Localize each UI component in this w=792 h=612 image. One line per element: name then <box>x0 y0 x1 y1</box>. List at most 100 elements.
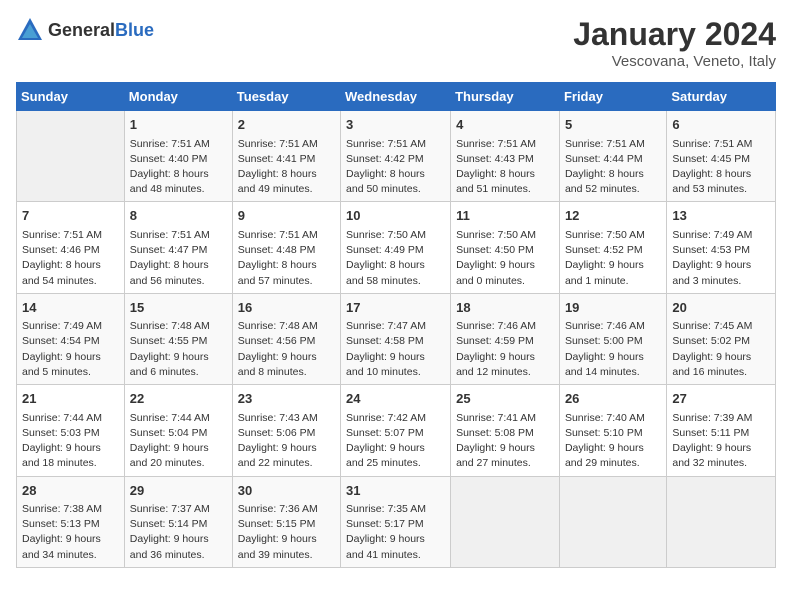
calendar-cell: 20Sunrise: 7:45 AM Sunset: 5:02 PM Dayli… <box>667 293 776 384</box>
logo-general: General <box>48 20 115 40</box>
day-info: Sunrise: 7:51 AM Sunset: 4:47 PM Dayligh… <box>130 228 227 289</box>
day-number: 24 <box>346 389 445 409</box>
calendar-cell: 3Sunrise: 7:51 AM Sunset: 4:42 PM Daylig… <box>341 111 451 202</box>
day-info: Sunrise: 7:48 AM Sunset: 4:56 PM Dayligh… <box>238 319 335 380</box>
calendar-cell: 29Sunrise: 7:37 AM Sunset: 5:14 PM Dayli… <box>124 476 232 567</box>
day-info: Sunrise: 7:39 AM Sunset: 5:11 PM Dayligh… <box>672 411 770 472</box>
week-row-2: 7Sunrise: 7:51 AM Sunset: 4:46 PM Daylig… <box>17 202 776 293</box>
day-number: 9 <box>238 206 335 226</box>
day-info: Sunrise: 7:51 AM Sunset: 4:45 PM Dayligh… <box>672 137 770 198</box>
day-number: 19 <box>565 298 661 318</box>
calendar-cell: 17Sunrise: 7:47 AM Sunset: 4:58 PM Dayli… <box>341 293 451 384</box>
day-number: 16 <box>238 298 335 318</box>
day-info: Sunrise: 7:51 AM Sunset: 4:44 PM Dayligh… <box>565 137 661 198</box>
calendar-cell: 9Sunrise: 7:51 AM Sunset: 4:48 PM Daylig… <box>232 202 340 293</box>
calendar-cell: 5Sunrise: 7:51 AM Sunset: 4:44 PM Daylig… <box>559 111 666 202</box>
day-number: 22 <box>130 389 227 409</box>
day-number: 18 <box>456 298 554 318</box>
day-info: Sunrise: 7:50 AM Sunset: 4:49 PM Dayligh… <box>346 228 445 289</box>
calendar-cell: 4Sunrise: 7:51 AM Sunset: 4:43 PM Daylig… <box>451 111 560 202</box>
calendar-cell: 16Sunrise: 7:48 AM Sunset: 4:56 PM Dayli… <box>232 293 340 384</box>
calendar-cell: 2Sunrise: 7:51 AM Sunset: 4:41 PM Daylig… <box>232 111 340 202</box>
calendar-cell: 14Sunrise: 7:49 AM Sunset: 4:54 PM Dayli… <box>17 293 125 384</box>
week-row-1: 1Sunrise: 7:51 AM Sunset: 4:40 PM Daylig… <box>17 111 776 202</box>
day-info: Sunrise: 7:45 AM Sunset: 5:02 PM Dayligh… <box>672 319 770 380</box>
day-info: Sunrise: 7:43 AM Sunset: 5:06 PM Dayligh… <box>238 411 335 472</box>
day-number: 3 <box>346 115 445 135</box>
header-friday: Friday <box>559 83 666 111</box>
calendar-cell <box>451 476 560 567</box>
day-number: 12 <box>565 206 661 226</box>
day-info: Sunrise: 7:51 AM Sunset: 4:46 PM Dayligh… <box>22 228 119 289</box>
calendar-cell: 13Sunrise: 7:49 AM Sunset: 4:53 PM Dayli… <box>667 202 776 293</box>
calendar-header: SundayMondayTuesdayWednesdayThursdayFrid… <box>17 83 776 111</box>
calendar-cell: 25Sunrise: 7:41 AM Sunset: 5:08 PM Dayli… <box>451 385 560 476</box>
day-info: Sunrise: 7:37 AM Sunset: 5:14 PM Dayligh… <box>130 502 227 563</box>
calendar-cell: 1Sunrise: 7:51 AM Sunset: 4:40 PM Daylig… <box>124 111 232 202</box>
day-info: Sunrise: 7:50 AM Sunset: 4:50 PM Dayligh… <box>456 228 554 289</box>
calendar-cell: 26Sunrise: 7:40 AM Sunset: 5:10 PM Dayli… <box>559 385 666 476</box>
day-number: 10 <box>346 206 445 226</box>
day-info: Sunrise: 7:49 AM Sunset: 4:54 PM Dayligh… <box>22 319 119 380</box>
day-number: 20 <box>672 298 770 318</box>
day-number: 15 <box>130 298 227 318</box>
header-thursday: Thursday <box>451 83 560 111</box>
calendar-cell <box>667 476 776 567</box>
day-number: 14 <box>22 298 119 318</box>
calendar-cell: 11Sunrise: 7:50 AM Sunset: 4:50 PM Dayli… <box>451 202 560 293</box>
calendar-cell: 6Sunrise: 7:51 AM Sunset: 4:45 PM Daylig… <box>667 111 776 202</box>
header-row: SundayMondayTuesdayWednesdayThursdayFrid… <box>17 83 776 111</box>
day-number: 8 <box>130 206 227 226</box>
day-info: Sunrise: 7:46 AM Sunset: 4:59 PM Dayligh… <box>456 319 554 380</box>
day-info: Sunrise: 7:42 AM Sunset: 5:07 PM Dayligh… <box>346 411 445 472</box>
title-block: January 2024 Vescovana, Veneto, Italy <box>573 16 776 70</box>
logo-icon <box>16 16 44 44</box>
calendar-cell: 28Sunrise: 7:38 AM Sunset: 5:13 PM Dayli… <box>17 476 125 567</box>
day-number: 23 <box>238 389 335 409</box>
calendar-cell <box>17 111 125 202</box>
calendar-subtitle: Vescovana, Veneto, Italy <box>573 53 776 70</box>
day-info: Sunrise: 7:46 AM Sunset: 5:00 PM Dayligh… <box>565 319 661 380</box>
logo: GeneralBlue <box>16 16 154 44</box>
header-monday: Monday <box>124 83 232 111</box>
calendar-cell: 31Sunrise: 7:35 AM Sunset: 5:17 PM Dayli… <box>341 476 451 567</box>
day-number: 17 <box>346 298 445 318</box>
day-info: Sunrise: 7:51 AM Sunset: 4:43 PM Dayligh… <box>456 137 554 198</box>
calendar-cell: 27Sunrise: 7:39 AM Sunset: 5:11 PM Dayli… <box>667 385 776 476</box>
day-number: 25 <box>456 389 554 409</box>
calendar-cell: 23Sunrise: 7:43 AM Sunset: 5:06 PM Dayli… <box>232 385 340 476</box>
day-number: 28 <box>22 481 119 501</box>
day-info: Sunrise: 7:47 AM Sunset: 4:58 PM Dayligh… <box>346 319 445 380</box>
calendar-cell: 19Sunrise: 7:46 AM Sunset: 5:00 PM Dayli… <box>559 293 666 384</box>
logo-blue: Blue <box>115 20 154 40</box>
calendar-cell: 10Sunrise: 7:50 AM Sunset: 4:49 PM Dayli… <box>341 202 451 293</box>
calendar-title: January 2024 <box>573 16 776 53</box>
day-info: Sunrise: 7:51 AM Sunset: 4:40 PM Dayligh… <box>130 137 227 198</box>
day-number: 21 <box>22 389 119 409</box>
header-sunday: Sunday <box>17 83 125 111</box>
day-info: Sunrise: 7:50 AM Sunset: 4:52 PM Dayligh… <box>565 228 661 289</box>
calendar-cell: 8Sunrise: 7:51 AM Sunset: 4:47 PM Daylig… <box>124 202 232 293</box>
day-number: 1 <box>130 115 227 135</box>
day-number: 27 <box>672 389 770 409</box>
day-number: 29 <box>130 481 227 501</box>
day-info: Sunrise: 7:51 AM Sunset: 4:48 PM Dayligh… <box>238 228 335 289</box>
day-info: Sunrise: 7:40 AM Sunset: 5:10 PM Dayligh… <box>565 411 661 472</box>
day-info: Sunrise: 7:49 AM Sunset: 4:53 PM Dayligh… <box>672 228 770 289</box>
calendar-cell: 30Sunrise: 7:36 AM Sunset: 5:15 PM Dayli… <box>232 476 340 567</box>
calendar-cell: 7Sunrise: 7:51 AM Sunset: 4:46 PM Daylig… <box>17 202 125 293</box>
calendar-body: 1Sunrise: 7:51 AM Sunset: 4:40 PM Daylig… <box>17 111 776 568</box>
day-number: 6 <box>672 115 770 135</box>
week-row-5: 28Sunrise: 7:38 AM Sunset: 5:13 PM Dayli… <box>17 476 776 567</box>
calendar-table: SundayMondayTuesdayWednesdayThursdayFrid… <box>16 82 776 568</box>
calendar-cell: 18Sunrise: 7:46 AM Sunset: 4:59 PM Dayli… <box>451 293 560 384</box>
header-saturday: Saturday <box>667 83 776 111</box>
week-row-4: 21Sunrise: 7:44 AM Sunset: 5:03 PM Dayli… <box>17 385 776 476</box>
week-row-3: 14Sunrise: 7:49 AM Sunset: 4:54 PM Dayli… <box>17 293 776 384</box>
day-number: 4 <box>456 115 554 135</box>
day-info: Sunrise: 7:41 AM Sunset: 5:08 PM Dayligh… <box>456 411 554 472</box>
day-number: 31 <box>346 481 445 501</box>
day-number: 26 <box>565 389 661 409</box>
day-number: 2 <box>238 115 335 135</box>
day-info: Sunrise: 7:51 AM Sunset: 4:42 PM Dayligh… <box>346 137 445 198</box>
